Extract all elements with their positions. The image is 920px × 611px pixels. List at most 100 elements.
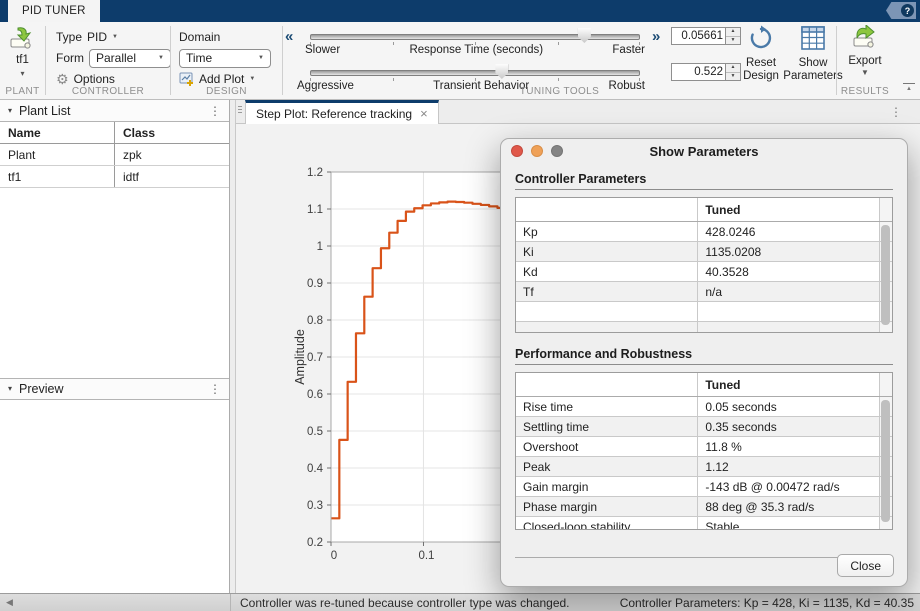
status-controller-parameters: Controller Parameters: Kp = 428, Ki = 11… bbox=[620, 596, 914, 610]
parameter-value-cell: 0.35 seconds bbox=[698, 417, 879, 436]
plant-table-row[interactable]: tf1idtf bbox=[0, 166, 229, 188]
svg-text:0.4: 0.4 bbox=[307, 463, 324, 475]
plant-list-table: NameClassPlantzpktf1idtf bbox=[0, 122, 229, 188]
plant-list-title: Plant List bbox=[19, 104, 70, 118]
transient-behavior-slider[interactable] bbox=[310, 65, 640, 81]
form-combobox[interactable]: Parallel ▼ bbox=[89, 49, 171, 68]
close-button[interactable]: Close bbox=[837, 554, 894, 577]
svg-text:Amplitude: Amplitude bbox=[293, 329, 307, 385]
parameter-name-cell: Peak bbox=[516, 457, 698, 476]
import-plant-icon[interactable] bbox=[8, 26, 36, 50]
parameter-value-cell bbox=[698, 322, 879, 333]
plant-list-header[interactable]: ▾ Plant List ⋮ bbox=[0, 100, 229, 122]
controller-parameters-table: TunedKp428.0246Ki1135.0208Kd40.3528Tfn/a bbox=[515, 197, 893, 333]
parameter-name-cell: Settling time bbox=[516, 417, 698, 436]
tab-pid-tuner[interactable]: PID TUNER bbox=[8, 0, 100, 22]
svg-text:1.2: 1.2 bbox=[307, 167, 323, 179]
tab-close-icon[interactable]: × bbox=[420, 108, 428, 120]
document-tabstrip: Step Plot: Reference tracking × ⋮ bbox=[236, 100, 920, 124]
domain-caret-icon: ▼ bbox=[258, 54, 264, 62]
collapse-preview-icon[interactable]: ▾ bbox=[8, 385, 12, 393]
svg-text:0: 0 bbox=[331, 550, 337, 562]
show-parameters-icon bbox=[800, 25, 826, 51]
tab-step-plot[interactable]: Step Plot: Reference tracking × bbox=[245, 100, 439, 124]
svg-text:1.1: 1.1 bbox=[307, 204, 323, 216]
section-results: Export ▼ RESULTS bbox=[837, 22, 893, 99]
svg-text:0.8: 0.8 bbox=[307, 315, 323, 327]
titlebar: PID TUNER ? bbox=[0, 0, 920, 22]
table-scrollbar-track[interactable] bbox=[879, 198, 892, 221]
response-time-slider-thumb[interactable] bbox=[578, 28, 591, 43]
parameter-name-cell: Closed-loop stability bbox=[516, 517, 698, 530]
parameter-table-header: Tuned bbox=[516, 198, 892, 222]
parameter-name-cell bbox=[516, 198, 698, 221]
parameter-table-row: Kp428.0246 bbox=[516, 222, 892, 242]
domain-combobox[interactable]: Time ▼ bbox=[179, 49, 271, 68]
response-time-slider[interactable] bbox=[310, 29, 640, 45]
parameter-value-cell: 1.12 bbox=[698, 457, 879, 476]
section-tuning-tools: « » Slower Response Time (seconds) Faste… bbox=[283, 22, 836, 99]
tabstrip-grip[interactable] bbox=[238, 106, 242, 113]
preview-header[interactable]: ▾ Preview ⋮ bbox=[0, 378, 229, 400]
domain-label: Domain bbox=[179, 30, 220, 44]
parameter-value-cell: 0.05 seconds bbox=[698, 397, 879, 416]
dialog-minimize-light[interactable] bbox=[531, 145, 543, 157]
collapse-statusbar-icon[interactable]: ◀ bbox=[6, 597, 13, 608]
minimize-ribbon-icon[interactable]: ▲ bbox=[903, 83, 915, 93]
parameter-value-cell: 1135.0208 bbox=[698, 242, 879, 261]
cell: zpk bbox=[115, 144, 229, 165]
section-plant: tf1 ▾ PLANT bbox=[0, 22, 45, 99]
help-button[interactable]: ? bbox=[886, 2, 916, 19]
tabstrip-menu-icon[interactable]: ⋮ bbox=[890, 105, 902, 119]
parameter-name-cell: Gain margin bbox=[516, 477, 698, 496]
show-parameters-dialog: Show Parameters Controller Parameters Tu… bbox=[500, 138, 908, 587]
parameter-table-header: Tuned bbox=[516, 373, 892, 397]
preview-title: Preview bbox=[19, 382, 63, 396]
parameter-table-row: Phase margin88 deg @ 35.3 rad/s bbox=[516, 497, 892, 517]
slider-label-response-time: Response Time (seconds) bbox=[409, 44, 543, 56]
section-rule bbox=[515, 364, 893, 365]
table-scrollbar-thumb[interactable] bbox=[881, 225, 890, 325]
controller-parameters-heading: Controller Parameters bbox=[515, 172, 893, 186]
parameter-name-cell: Overshoot bbox=[516, 437, 698, 456]
collapse-plant-list-icon[interactable]: ▾ bbox=[8, 107, 12, 115]
parameter-table-row bbox=[516, 302, 892, 322]
section-label-controller: CONTROLLER bbox=[46, 86, 170, 97]
response-time-value[interactable]: 0.05661 bbox=[672, 28, 725, 44]
parameter-name-cell bbox=[516, 373, 698, 396]
parameter-table-row: Tfn/a bbox=[516, 282, 892, 302]
expand-sliders-icon[interactable]: » bbox=[652, 29, 660, 44]
export-icon bbox=[851, 25, 879, 49]
help-icon: ? bbox=[901, 4, 914, 17]
preview-menu-icon[interactable]: ⋮ bbox=[209, 382, 221, 396]
dialog-titlebar[interactable]: Show Parameters bbox=[501, 139, 907, 164]
slider-label-faster: Faster bbox=[612, 44, 645, 56]
collapse-sliders-icon[interactable]: « bbox=[285, 29, 293, 44]
plant-selector[interactable]: tf1 bbox=[0, 54, 45, 66]
parameter-table-row: Closed-loop stabilityStable bbox=[516, 517, 892, 530]
cell: idtf bbox=[115, 166, 229, 187]
transient-behavior-slider-track[interactable] bbox=[310, 70, 640, 76]
footer-rule bbox=[515, 557, 893, 558]
browser-panel: ▾ Plant List ⋮ NameClassPlantzpktf1idtf … bbox=[0, 100, 230, 593]
status-message: Controller was re-tuned because controll… bbox=[240, 596, 570, 610]
table-scrollbar-track[interactable] bbox=[879, 373, 892, 396]
export-button[interactable]: Export ▼ bbox=[833, 25, 897, 77]
parameter-table-row: Overshoot11.8 % bbox=[516, 437, 892, 457]
dialog-zoom-light[interactable] bbox=[551, 145, 563, 157]
plant-table-row[interactable]: Plantzpk bbox=[0, 144, 229, 166]
transient-behavior-value[interactable]: 0.522 bbox=[672, 64, 725, 80]
plant-caret-icon[interactable]: ▾ bbox=[0, 70, 45, 78]
type-dropdown[interactable]: PID ▼ bbox=[87, 30, 118, 44]
cell: Plant bbox=[0, 144, 115, 165]
svg-text:1: 1 bbox=[317, 241, 323, 253]
parameter-table-row: Rise time0.05 seconds bbox=[516, 397, 892, 417]
plant-list-menu-icon[interactable]: ⋮ bbox=[209, 104, 221, 118]
parameter-value-cell: 428.0246 bbox=[698, 222, 879, 241]
dialog-close-light[interactable] bbox=[511, 145, 523, 157]
export-caret-icon[interactable]: ▼ bbox=[833, 69, 897, 77]
parameter-value-cell bbox=[698, 302, 879, 321]
section-rule bbox=[515, 189, 893, 190]
table-scrollbar-thumb[interactable] bbox=[881, 400, 890, 522]
transient-behavior-slider-thumb[interactable] bbox=[495, 64, 508, 79]
